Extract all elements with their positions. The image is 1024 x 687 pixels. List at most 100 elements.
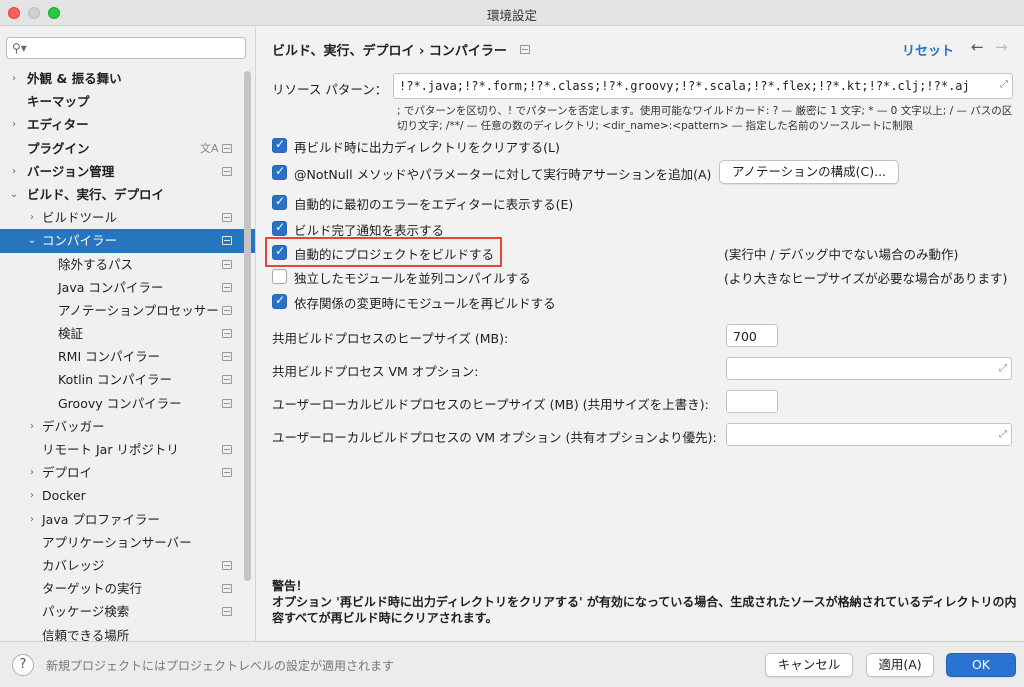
resource-pattern-input[interactable]: !?*.java;!?*.form;!?*.class;!?*.groovy;!… — [393, 73, 1013, 99]
sidebar-item-label: 検証 — [58, 326, 84, 342]
chevron-right-icon[interactable]: › — [26, 206, 38, 229]
expand-icon[interactable]: ⤢ — [1000, 79, 1008, 90]
settings-tree: › 外観 & 振る舞い キーマップ › エディター プラグイン 文A › バージョン管理 ⌄ ビルド… — [0, 67, 255, 642]
option-label: 独立したモジュールを並列コンパイルする — [294, 271, 531, 286]
option-checkbox[interactable] — [272, 137, 287, 153]
sidebar-item-label: アノテーションプロセッサー — [58, 302, 219, 318]
sidebar-item[interactable]: 除外するパス — [0, 253, 255, 276]
sidebar-item[interactable]: ⌄ コンパイラー — [0, 229, 255, 253]
sidebar-item[interactable]: 信頼できる場所 — [0, 624, 255, 642]
settings-search-input[interactable]: ⚲▾ — [6, 37, 246, 59]
chevron-right-icon[interactable]: › — [8, 160, 20, 183]
sidebar-item[interactable]: プラグイン 文A — [0, 137, 255, 160]
project-scope-icon — [222, 375, 232, 385]
sidebar-item[interactable]: Java コンパイラー — [0, 276, 255, 299]
sidebar-item[interactable]: › エディター — [0, 113, 255, 136]
option-checkbox[interactable] — [272, 220, 287, 236]
status-text: 新規プロジェクトにはプロジェクトレベルの設定が適用されます — [46, 659, 395, 673]
sidebar-item-label: バージョン管理 — [27, 163, 115, 179]
warning-text: オプション '再ビルド時に出力ディレクトリをクリアする' が有効になっている場合… — [272, 595, 1017, 625]
ok-button[interactable]: OK — [946, 653, 1016, 677]
sidebar-item[interactable]: › 外観 & 振る舞い — [0, 67, 255, 90]
sidebar-item-label: プラグイン — [27, 140, 90, 156]
back-arrow-icon[interactable]: ← — [971, 38, 984, 56]
chevron-right-icon[interactable]: › — [26, 508, 38, 531]
option-checkbox[interactable] — [272, 164, 287, 180]
sidebar-item[interactable]: カバレッジ — [0, 554, 255, 577]
project-scope-icon — [222, 143, 232, 153]
sidebar-item[interactable]: › バージョン管理 — [0, 160, 255, 183]
sidebar-item[interactable]: Groovy コンパイラー — [0, 392, 255, 415]
sidebar-item-label: デバッガー — [42, 418, 105, 434]
sidebar-item[interactable]: › Java プロファイラー — [0, 508, 255, 531]
preferences-window: 環境設定 ⚲▾ › 外観 & 振る舞いキーマップ › エディタープラグイン 文A › バージ… — [0, 0, 1024, 687]
chevron-down-icon[interactable]: ⌄ — [26, 229, 38, 252]
sidebar-item-label: パッケージ検索 — [42, 604, 130, 620]
configure-annotations-button[interactable]: アノテーションの構成(C)... — [719, 160, 899, 184]
project-scope-icon — [222, 305, 232, 315]
shared-heap-size-input[interactable]: 700 — [726, 324, 778, 347]
sidebar-item-label: コンパイラー — [42, 233, 118, 249]
sidebar-item[interactable]: ⌄ ビルド、実行、デプロイ — [0, 183, 255, 206]
project-scope-icon — [222, 236, 232, 246]
sidebar-item-label: ターゲットの実行 — [42, 581, 143, 597]
option-checkbox[interactable] — [272, 194, 287, 210]
project-scope-icon — [222, 445, 232, 454]
local-heap-size-input[interactable] — [726, 390, 778, 413]
highlight-box — [265, 237, 502, 267]
project-scope-icon — [222, 166, 232, 176]
project-scope-icon — [222, 282, 232, 292]
field-label: 共用ビルドプロセス VM オプション: — [272, 364, 479, 379]
chevron-right-icon[interactable]: › — [26, 484, 38, 507]
expand-icon[interactable]: ⤢ — [999, 363, 1007, 374]
sidebar-item[interactable]: › ビルドツール — [0, 206, 255, 229]
cancel-button[interactable]: キャンセル — [765, 653, 853, 677]
sidebar-item-label: Java プロファイラー — [42, 511, 160, 527]
sidebar-item-label: 除外するパス — [58, 256, 134, 272]
sidebar-item-label: ビルド、実行、デプロイ — [27, 186, 165, 202]
sidebar-item[interactable]: RMI コンパイラー — [0, 345, 255, 368]
apply-button[interactable]: 適用(A) — [866, 653, 934, 677]
sidebar-item[interactable]: › デプロイ — [0, 461, 255, 484]
help-icon[interactable]: ? — [12, 654, 34, 676]
reset-link[interactable]: リセット — [902, 40, 954, 59]
chevron-right-icon[interactable]: › — [8, 67, 20, 90]
project-scope-icon — [222, 213, 232, 223]
chevron-right-icon[interactable]: › — [8, 113, 20, 136]
window-title: 環境設定 — [486, 8, 537, 23]
translate-icon: 文A — [200, 141, 219, 155]
sidebar-item-label: Java コンパイラー — [58, 279, 164, 295]
sidebar-item[interactable]: › デバッガー — [0, 415, 255, 438]
sidebar-item[interactable]: 検証 — [0, 322, 255, 345]
chevron-right-icon[interactable]: › — [26, 415, 38, 438]
option-note: (実行中 / デバッグ中でない場合のみ動作) — [724, 247, 959, 262]
sidebar-item-label: デプロイ — [42, 465, 93, 481]
forward-arrow-icon[interactable]: → — [995, 38, 1008, 56]
sidebar-scrollbar[interactable] — [244, 71, 251, 581]
option-checkbox[interactable] — [272, 269, 287, 284]
chevron-right-icon[interactable]: › — [26, 461, 38, 484]
option-label: 自動的に最初のエラーをエディターに表示する(E) — [294, 197, 574, 212]
sidebar-item[interactable]: Kotlin コンパイラー — [0, 368, 255, 391]
expand-icon[interactable]: ⤢ — [999, 429, 1007, 440]
sidebar-item[interactable]: キーマップ — [0, 90, 255, 113]
local-vm-options-input[interactable]: ⤢ — [726, 423, 1012, 446]
sidebar-item[interactable]: リモート Jar リポジトリ — [0, 438, 255, 461]
project-scope-icon — [222, 607, 232, 617]
project-scope-icon — [520, 45, 530, 54]
resource-pattern-label: リソース パターン： — [272, 82, 388, 97]
shared-vm-options-input[interactable]: ⤢ — [726, 357, 1012, 380]
option-checkbox[interactable] — [272, 293, 287, 309]
sidebar-item[interactable]: パッケージ検索 — [0, 600, 255, 623]
sidebar-item[interactable]: › Docker — [0, 484, 255, 507]
sidebar-item[interactable]: アノテーションプロセッサー — [0, 299, 255, 322]
resource-pattern-hint: ; でパターンを区切り、! でパターンを否定します。使用可能なワイルドカード: … — [397, 105, 1013, 132]
sidebar-item-label: キーマップ — [27, 94, 90, 110]
sidebar-item[interactable]: アプリケーションサーバー — [0, 531, 255, 554]
chevron-down-icon[interactable]: ⌄ — [8, 183, 20, 206]
sidebar-item[interactable]: ターゲットの実行 — [0, 577, 255, 600]
title-bar: 環境設定 — [0, 0, 1024, 26]
sidebar-item-label: ビルドツール — [42, 210, 118, 226]
settings-sidebar: ⚲▾ › 外観 & 振る舞いキーマップ › エディタープラグイン 文A › バージョン管理 ⌄… — [0, 27, 256, 641]
sidebar-item-label: Groovy コンパイラー — [58, 395, 182, 411]
